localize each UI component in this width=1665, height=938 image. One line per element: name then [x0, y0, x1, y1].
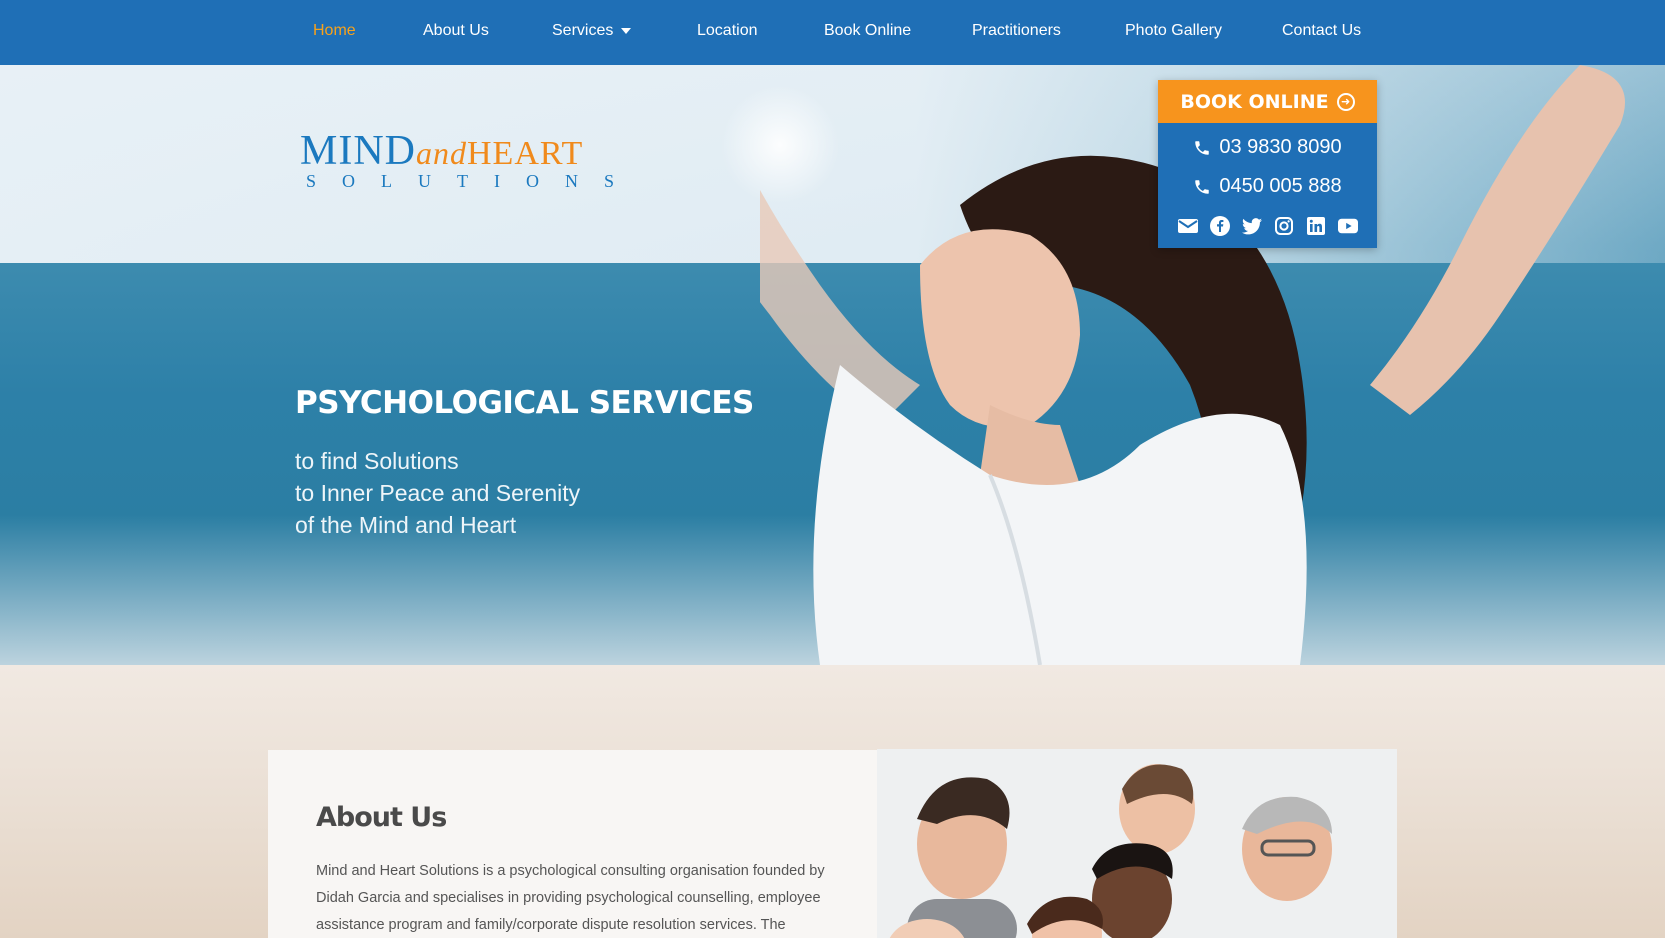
nav-location[interactable]: Location [697, 22, 758, 40]
nav-services-label: Services [552, 22, 614, 39]
logo-mind: MIND [300, 128, 416, 174]
about-section: About Us Mind and Heart Solutions is a p… [0, 665, 1665, 938]
nav-practitioners[interactable]: Practitioners [972, 22, 1061, 40]
hero-title: PSYCHOLOGICAL SERVICES [295, 385, 754, 421]
nav-contact-us[interactable]: Contact Us [1282, 22, 1361, 40]
logo-heart: HEART [467, 135, 584, 172]
about-title: About Us [316, 802, 447, 833]
mind-and-heart-logo[interactable]: MINDandHEART SOLUTIONS [300, 127, 640, 192]
nav-about-us[interactable]: About Us [423, 22, 489, 40]
book-online-label: BOOK ONLINE [1180, 90, 1329, 113]
phone-number-1: 03 9830 8090 [1219, 136, 1342, 158]
logo-subtitle: SOLUTIONS [306, 171, 641, 191]
twitter-icon[interactable] [1241, 216, 1262, 236]
nav-home[interactable]: Home [313, 22, 356, 40]
booking-contact-box: BOOK ONLINE ➜ 03 9830 8090 0450 005 888 [1158, 80, 1377, 248]
nav-book-online[interactable]: Book Online [824, 22, 911, 40]
logo-wordmark: MINDandHEART [300, 127, 640, 175]
top-navigation: Home About Us Services Location Book Onl… [0, 0, 1665, 65]
group-photo [877, 749, 1397, 938]
email-icon[interactable] [1177, 216, 1198, 236]
hero-banner: MINDandHEART SOLUTIONS PSYCHOLOGICAL SER… [0, 65, 1665, 665]
about-card: About Us Mind and Heart Solutions is a p… [268, 750, 878, 938]
book-online-button[interactable]: BOOK ONLINE ➜ [1158, 80, 1377, 123]
youtube-icon[interactable] [1337, 216, 1358, 236]
facebook-icon[interactable] [1209, 216, 1230, 236]
hero-line-3: of the Mind and Heart [295, 512, 517, 538]
linkedin-icon[interactable] [1306, 216, 1326, 236]
phone-link-1[interactable]: 03 9830 8090 [1158, 136, 1377, 159]
nav-photo-gallery[interactable]: Photo Gallery [1125, 22, 1222, 40]
hero-line-1: to find Solutions [295, 448, 459, 474]
hero-subtitle: to find Solutions to Inner Peace and Ser… [295, 445, 580, 541]
logo-and: and [416, 135, 467, 171]
hero-line-2: to Inner Peace and Serenity [295, 480, 581, 506]
social-links [1158, 216, 1377, 236]
circle-arrow-right-icon: ➜ [1336, 92, 1355, 111]
phone-icon [1195, 179, 1210, 194]
phone-number-2: 0450 005 888 [1219, 175, 1342, 197]
instagram-icon[interactable] [1274, 216, 1294, 236]
nav-services[interactable]: Services [552, 22, 632, 40]
phone-icon [1195, 140, 1210, 155]
about-text: Mind and Heart Solutions is a psychologi… [316, 863, 825, 933]
caret-down-icon [621, 27, 632, 34]
phone-link-2[interactable]: 0450 005 888 [1158, 175, 1377, 198]
